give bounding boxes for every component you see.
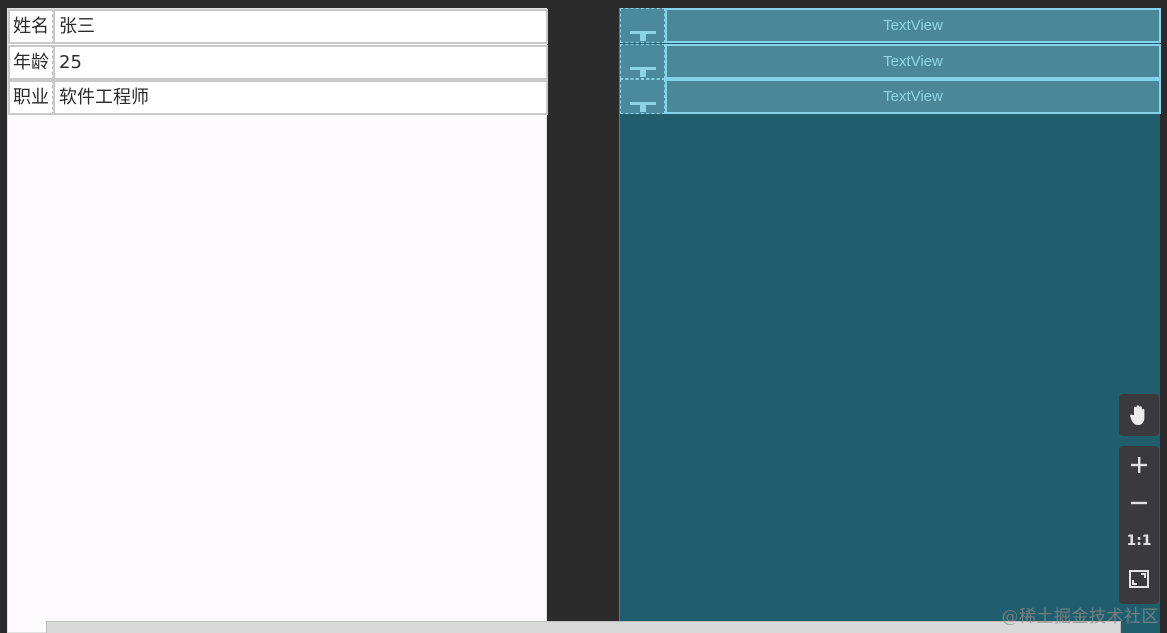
table-row[interactable]: 职业 软件工程师 [8,80,548,115]
zoom-toolbar: 1:1 [1119,446,1159,604]
blueprint-row[interactable]: TextView [620,44,1161,79]
textview-box[interactable]: TextView [665,44,1161,79]
row-label[interactable]: 姓名 [8,9,53,44]
i-beam-icon [630,102,656,112]
plus-icon [1131,457,1147,473]
zoom-out-button[interactable] [1119,484,1159,522]
actual-size-button[interactable]: 1:1 [1119,522,1159,560]
row-value[interactable]: 软件工程师 [53,80,548,115]
table-row-handle[interactable] [620,44,665,79]
layout-editor-canvas: 姓名 张三 年龄 25 职业 软件工程师 TextView TextView T… [0,0,1167,633]
pan-button[interactable] [1119,394,1159,436]
textview-box[interactable]: TextView [665,8,1161,43]
fit-screen-button[interactable] [1119,560,1159,598]
textview-box[interactable]: TextView [665,79,1161,114]
hand-icon [1130,405,1145,425]
blueprint-row[interactable]: TextView [620,8,1161,43]
watermark: @稀土掘金技术社区 [1001,607,1159,627]
table-row-handle[interactable] [620,79,665,114]
i-beam-icon [630,31,656,41]
i-beam-icon [630,67,656,77]
row-value[interactable]: 25 [53,45,548,80]
zoom-in-button[interactable] [1119,446,1159,484]
table-row[interactable]: 年龄 25 [8,45,548,80]
pan-toolbar [1119,394,1159,436]
row-label[interactable]: 职业 [8,80,53,115]
row-value[interactable]: 张三 [53,9,548,44]
blueprint-row[interactable]: TextView [620,79,1161,114]
fit-screen-icon [1129,570,1149,588]
table-row-handle[interactable] [620,8,665,43]
minus-icon [1131,501,1147,505]
blueprint-preview[interactable]: TextView TextView TextView [619,8,1161,633]
horizontal-scrollbar[interactable] [46,621,1121,633]
one-to-one-icon: 1:1 [1126,533,1152,549]
design-preview[interactable]: 姓名 张三 年龄 25 职业 软件工程师 [7,8,548,633]
table-row[interactable]: 姓名 张三 [8,9,548,44]
row-label[interactable]: 年龄 [8,45,53,80]
